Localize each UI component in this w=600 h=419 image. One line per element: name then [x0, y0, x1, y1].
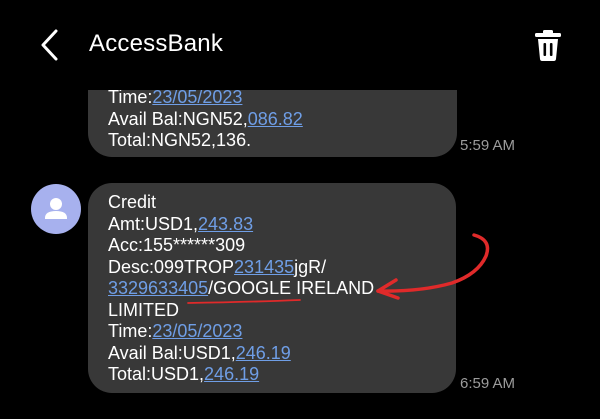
message-link[interactable]: 23/05/2023 [152, 87, 242, 107]
message-text: LIMITED [108, 299, 180, 320]
message-link[interactable]: 243.83 [198, 214, 253, 234]
message-line: Time:23/05/2023 [108, 87, 457, 109]
message-line: Acc:155******309 [108, 235, 456, 257]
conversation-title: AccessBank [89, 30, 224, 57]
message-link[interactable]: 086.82 [248, 109, 303, 129]
sender-avatar[interactable] [31, 184, 81, 234]
trash-icon [535, 30, 561, 61]
message-link[interactable]: 231435 [234, 257, 294, 277]
delete-button[interactable] [532, 28, 564, 62]
message-line: Total:USD1,246.19 [108, 364, 456, 386]
message-text: Total:USD1, [108, 364, 205, 384]
message-line: Amt:USD1,243.83 [108, 214, 456, 236]
message-text: /GOOGLE IRELAND [208, 278, 375, 298]
message-text: Desc:099TROP [108, 256, 235, 277]
app-header: AccessBank [0, 0, 600, 90]
message-text: jgR/ [294, 256, 327, 277]
message-text: Avail Bal:USD1, [108, 342, 236, 363]
message-line: Desc:099TROP231435jgR/ [108, 257, 456, 279]
message-link[interactable]: 3329633405 [108, 278, 208, 298]
message-text: Amt:USD1, [108, 213, 199, 234]
message-line: LIMITED [108, 300, 456, 322]
message-line: Credit [108, 192, 456, 214]
message-text: Avail Bal:NGN52, [108, 108, 248, 129]
message-text: Time: [108, 87, 153, 107]
message-line: 3329633405/GOOGLE IRELAND [108, 278, 456, 300]
message-line: Total:NGN52,136. [108, 130, 457, 152]
back-button[interactable] [36, 26, 70, 64]
message-link[interactable]: 246.19 [204, 364, 259, 384]
message-line: Avail Bal:NGN52,086.82 [108, 109, 457, 131]
message-text: Time: [108, 321, 153, 341]
message-text: Credit [108, 192, 157, 212]
message-text: Total:NGN52,136. [108, 130, 252, 150]
chevron-left-icon [41, 29, 58, 61]
message-link[interactable]: 246.19 [236, 343, 291, 363]
message-line: Avail Bal:USD1,246.19 [108, 343, 456, 365]
message-timestamp: 5:59 AM [460, 137, 516, 154]
message-line: Time:23/05/2023 [108, 321, 456, 343]
person-icon [45, 198, 67, 219]
message-link[interactable]: 23/05/2023 [152, 321, 242, 341]
message-text: Acc:155******309 [108, 235, 246, 255]
message-bubble[interactable]: Credit Amt:USD1,243.83 Acc:155******309 Des… [88, 183, 456, 393]
message-timestamp: 6:59 AM [460, 375, 516, 392]
